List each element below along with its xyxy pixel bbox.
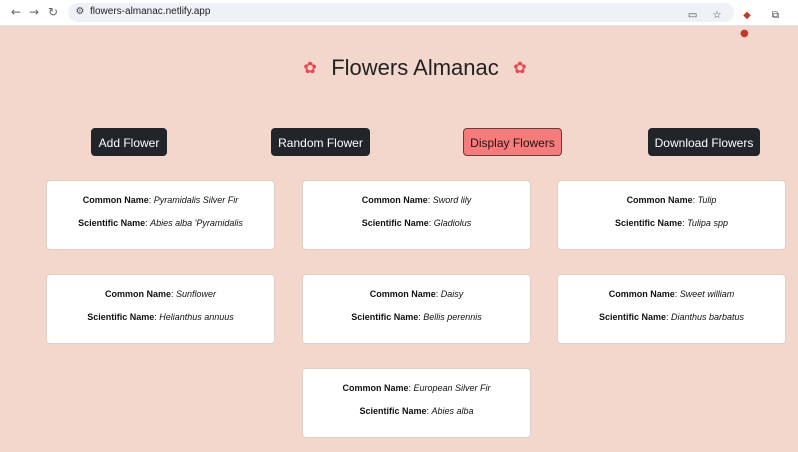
scientific-name-row: Scientific Name: Bellis perennis	[351, 312, 482, 322]
add-flower-button[interactable]: Add Flower	[91, 128, 167, 156]
flower-card: Common Name: Sword lily Scientific Name:…	[302, 180, 531, 250]
common-name-row: Common Name: Daisy	[369, 289, 464, 299]
page-header: ✿ Flowers Almanac ✿	[0, 55, 798, 87]
flower-icon: ✿	[303, 58, 317, 77]
common-name-value: European Silver Fir	[413, 383, 491, 393]
scientific-name-value: Abies alba 'Pyramidalis	[150, 218, 243, 228]
profile-avatar-icon[interactable]: ●	[740, 27, 749, 41]
extensions-area: ◆ ⧉ ●	[740, 5, 798, 39]
flower-card: Common Name: European Silver Fir Scienti…	[302, 368, 531, 438]
scientific-name-row: Scientific Name: Abies alba	[359, 406, 474, 416]
forward-arrow-icon[interactable]: →	[26, 4, 42, 20]
flower-card: Common Name: Tulip Scientific Name: Tuli…	[557, 180, 786, 250]
flower-card: Common Name: Sunflower Scientific Name: …	[46, 274, 275, 344]
random-flower-button[interactable]: Random Flower	[271, 128, 370, 156]
common-name-value: Tulip	[697, 195, 717, 205]
url-text: flowers-almanac.netlify.app	[90, 6, 211, 17]
install-app-icon[interactable]: ▭	[686, 9, 700, 23]
puzzle-icon[interactable]: ⧉	[768, 9, 782, 23]
common-name-value: Sweet william	[679, 289, 735, 299]
common-name-value: Daisy	[440, 289, 464, 299]
back-arrow-icon[interactable]: ←	[8, 4, 24, 20]
common-name-row: Common Name: Sweet william	[608, 289, 735, 299]
site-settings-icon[interactable]: ⚙	[74, 5, 86, 19]
reload-icon[interactable]: ↻	[45, 4, 61, 20]
scientific-name-value: Gladiolus	[433, 218, 472, 228]
scientific-name-value: Abies alba	[431, 406, 474, 416]
address-bar[interactable]: ⚙ flowers-almanac.netlify.app ▭ ☆	[68, 3, 734, 22]
common-name-row: Common Name: Tulip	[626, 195, 717, 205]
common-name-value: Sword lily	[432, 195, 472, 205]
bookmark-star-icon[interactable]: ☆	[710, 9, 724, 23]
common-name-row: Common Name: Sword lily	[361, 195, 472, 205]
extension-icon[interactable]: ◆	[740, 9, 754, 23]
common-name-value: Sunflower	[176, 289, 217, 299]
scientific-name-row: Scientific Name: Helianthus annuus	[87, 312, 234, 322]
scientific-name-value: Dianthus barbatus	[671, 312, 745, 322]
browser-toolbar: ← → ↻ ⚙ flowers-almanac.netlify.app ▭ ☆ …	[0, 0, 798, 39]
scientific-name-value: Tulipa spp	[687, 218, 728, 228]
common-name-row: Common Name: European Silver Fir	[342, 383, 491, 393]
page-title: Flowers Almanac	[331, 55, 499, 80]
common-name-row: Common Name: Sunflower	[104, 289, 217, 299]
flower-card: Common Name: Sweet william Scientific Na…	[557, 274, 786, 344]
scientific-name-value: Helianthus annuus	[159, 312, 234, 322]
flower-icon: ✿	[513, 58, 527, 77]
scientific-name-row: Scientific Name: Gladiolus	[361, 218, 472, 228]
flower-card: Common Name: Daisy Scientific Name: Bell…	[302, 274, 531, 344]
scientific-name-row: Scientific Name: Dianthus barbatus	[598, 312, 745, 322]
scientific-name-row: Scientific Name: Tulipa spp	[615, 218, 728, 228]
display-flowers-button[interactable]: Display Flowers	[463, 128, 562, 156]
download-flowers-button[interactable]: Download Flowers	[648, 128, 760, 156]
address-bar-actions: ▭ ☆	[680, 5, 724, 23]
flower-card: Common Name: Pyramidalis Silver Fir Scie…	[46, 180, 275, 250]
common-name-row: Common Name: Pyramidalis Silver Fir	[82, 195, 239, 205]
scientific-name-row: Scientific Name: Abies alba 'Pyramidalis	[78, 218, 243, 228]
scientific-name-value: Bellis perennis	[423, 312, 482, 322]
common-name-value: Pyramidalis Silver Fir	[153, 195, 239, 205]
